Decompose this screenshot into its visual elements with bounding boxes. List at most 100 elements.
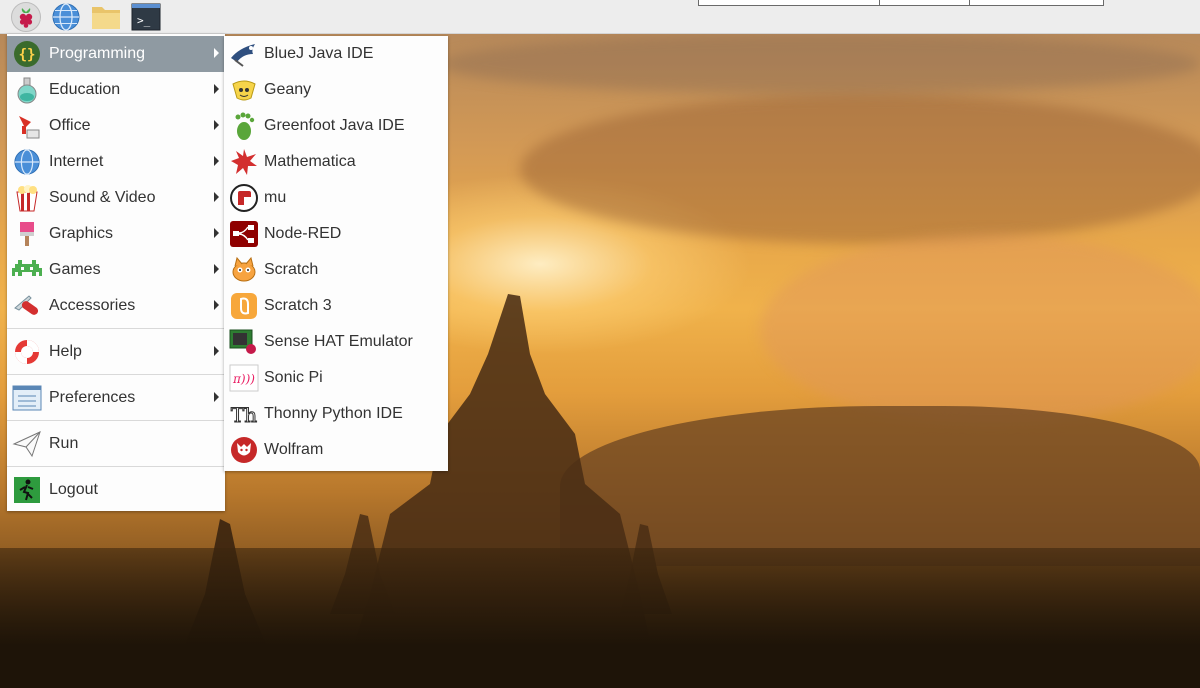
menu-item-games[interactable]: Games [7, 252, 225, 288]
top-panel: >_ [0, 0, 1200, 34]
submenu-arrow-icon [214, 300, 219, 310]
greenfoot-icon [228, 110, 260, 142]
thonny-glyph: Th [231, 403, 257, 427]
popcorn-icon [11, 182, 43, 214]
submenu-item-mathematica[interactable]: Mathematica [224, 144, 448, 180]
braces-icon: {} [11, 38, 43, 70]
raspberry-menu-button[interactable] [10, 1, 42, 32]
submenu-item-mu[interactable]: mu [224, 180, 448, 216]
menu-item-label: Office [49, 117, 91, 134]
menu-separator [7, 420, 225, 421]
application-menu: {} Programming Education Office Internet… [7, 34, 225, 511]
submenu-arrow-icon [214, 392, 219, 402]
menu-item-label: Internet [49, 153, 104, 170]
submenu-item-label: Node-RED [264, 225, 342, 242]
submenu-item-label: Wolfram [264, 441, 324, 458]
menu-item-help[interactable]: Help [7, 334, 225, 370]
submenu-arrow-icon [214, 84, 219, 94]
wolfram-icon [228, 434, 260, 466]
submenu-item-label: Sonic Pi [264, 369, 323, 386]
submenu-item-greenfoot[interactable]: Greenfoot Java IDE [224, 108, 448, 144]
web-browser-button[interactable] [50, 2, 82, 32]
menu-item-education[interactable]: Education [7, 72, 225, 108]
submenu-item-geany[interactable]: Geany [224, 72, 448, 108]
menu-item-label: Sound & Video [49, 189, 156, 206]
menu-separator [7, 374, 225, 375]
submenu-item-label: Scratch 3 [264, 297, 332, 314]
menu-item-logout[interactable]: Logout [7, 472, 225, 508]
submenu-item-label: Sense HAT Emulator [264, 333, 413, 350]
mu-icon [228, 182, 260, 214]
submenu-item-label: Greenfoot Java IDE [264, 117, 405, 134]
menu-item-label: Help [49, 343, 82, 360]
menu-item-accessories[interactable]: Accessories [7, 288, 225, 324]
programming-submenu: BlueJ Java IDE Geany Greenfoot Java IDE … [224, 36, 448, 471]
menu-item-preferences[interactable]: Preferences [7, 380, 225, 416]
menu-item-label: Graphics [49, 225, 114, 242]
submenu-item-scratch[interactable]: Scratch [224, 252, 448, 288]
submenu-item-sonic-pi[interactable]: π))) Sonic Pi [224, 360, 448, 396]
submenu-item-label: Scratch [264, 261, 319, 278]
svg-text:{}: {} [19, 47, 36, 63]
submenu-item-label: Mathematica [264, 153, 356, 170]
submenu-item-bluej[interactable]: BlueJ Java IDE [224, 36, 448, 72]
submenu-item-sense-hat-emulator[interactable]: Sense HAT Emulator [224, 324, 448, 360]
submenu-item-wolfram[interactable]: Wolfram [224, 432, 448, 468]
menu-item-label: Accessories [49, 297, 136, 314]
submenu-item-label: BlueJ Java IDE [264, 45, 374, 62]
terminal-icon: >_ [131, 3, 161, 30]
lifebuoy-icon [11, 336, 43, 368]
globe-icon [52, 2, 80, 31]
menu-separator [7, 328, 225, 329]
raspberry-icon [11, 1, 41, 32]
menu-item-run[interactable]: Run [7, 426, 225, 462]
menu-item-internet[interactable]: Internet [7, 144, 225, 180]
submenu-item-node-red[interactable]: Node-RED [224, 216, 448, 252]
sense-hat-icon [228, 326, 260, 358]
space-invader-icon [11, 254, 43, 286]
geany-icon [228, 74, 260, 106]
taskbar-frame [698, 0, 1104, 6]
node-red-icon [228, 218, 260, 250]
menu-item-office[interactable]: Office [7, 108, 225, 144]
office-icon [11, 110, 43, 142]
scratch-icon [228, 254, 260, 286]
bluej-icon [228, 38, 260, 70]
terminal-button[interactable]: >_ [130, 2, 162, 32]
submenu-item-label: Geany [264, 81, 312, 98]
scratch3-icon [228, 290, 260, 322]
submenu-arrow-icon [214, 228, 219, 238]
preferences-icon [11, 382, 43, 414]
submenu-item-scratch-3[interactable]: Scratch 3 [224, 288, 448, 324]
sonic-pi-icon: π))) [228, 362, 260, 394]
sonic-pi-glyph: π))) [232, 372, 255, 386]
menu-item-label: Games [49, 261, 101, 278]
paper-plane-icon [11, 428, 43, 460]
submenu-arrow-icon [214, 346, 219, 356]
folder-icon [92, 6, 120, 29]
menu-item-label: Preferences [49, 389, 136, 406]
menu-item-label: Run [49, 435, 79, 452]
menu-separator [7, 466, 225, 467]
file-manager-button[interactable] [90, 2, 122, 32]
menu-item-programming[interactable]: {} Programming [7, 36, 225, 72]
menu-item-label: Logout [49, 481, 98, 498]
menu-item-graphics[interactable]: Graphics [7, 216, 225, 252]
submenu-arrow-icon [214, 48, 219, 58]
globe-icon [11, 146, 43, 178]
submenu-arrow-icon [214, 156, 219, 166]
exit-icon [11, 474, 43, 506]
paintbrush-icon [11, 218, 43, 250]
menu-item-label: Programming [49, 45, 146, 62]
menu-item-sound-video[interactable]: Sound & Video [7, 180, 225, 216]
svg-text:>_: >_ [137, 14, 151, 27]
submenu-item-thonny[interactable]: Th Thonny Python IDE [224, 396, 448, 432]
submenu-item-label: mu [264, 189, 287, 206]
submenu-arrow-icon [214, 264, 219, 274]
submenu-item-label: Thonny Python IDE [264, 405, 403, 422]
submenu-arrow-icon [214, 120, 219, 130]
submenu-arrow-icon [214, 192, 219, 202]
menu-item-label: Education [49, 81, 121, 98]
thonny-icon: Th [228, 398, 260, 430]
mathematica-icon [228, 146, 260, 178]
